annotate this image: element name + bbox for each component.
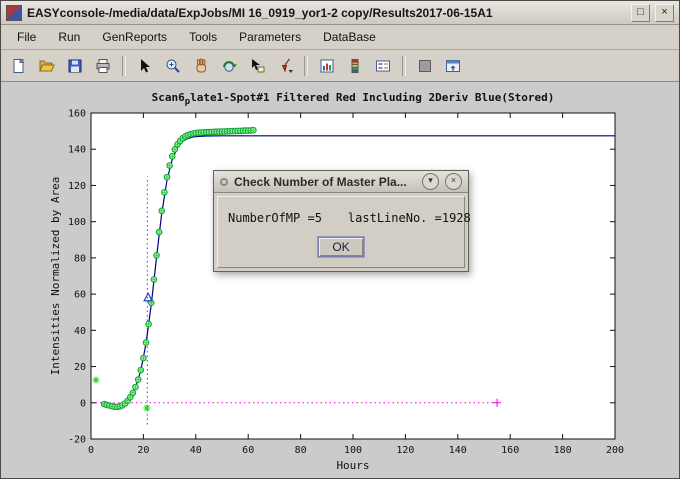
svg-text:100: 100: [68, 217, 86, 228]
save-figure-button[interactable]: [62, 53, 88, 79]
menu-bar: FileRunGenReportsToolsParametersDataBase: [1, 25, 679, 50]
plot-browser-button[interactable]: [314, 53, 340, 79]
svg-text:180: 180: [554, 445, 572, 456]
dialog-titlebar[interactable]: Check Number of Master Pla... ▾ ×: [214, 171, 468, 193]
check-master-plates-dialog: Check Number of Master Pla... ▾ × Number…: [213, 170, 469, 272]
menu-database[interactable]: DataBase: [313, 27, 386, 47]
dialog-numberofmp-value: NumberOfMP =5: [228, 211, 322, 225]
svg-text:140: 140: [449, 445, 467, 456]
dialog-message: NumberOfMP =5 lastLineNo. =1928: [228, 211, 454, 225]
dock-figure-button[interactable]: [440, 53, 466, 79]
edit-plot-icon: [136, 57, 154, 75]
svg-text:40: 40: [190, 445, 202, 456]
new-figure-icon: [10, 57, 28, 75]
window-shade-button[interactable]: □: [631, 4, 650, 22]
dialog-close-button[interactable]: ×: [445, 173, 462, 190]
plot-tools-icon: [416, 57, 434, 75]
svg-text:200: 200: [606, 445, 624, 456]
pan-icon: [192, 57, 210, 75]
plot-browser-icon: [318, 57, 336, 75]
new-figure-button[interactable]: [6, 53, 32, 79]
insert-colorbar-icon: [346, 57, 364, 75]
edit-plot-button[interactable]: [132, 53, 158, 79]
svg-text:Hours: Hours: [336, 459, 369, 472]
brush-button[interactable]: [272, 53, 298, 79]
dialog-body: NumberOfMP =5 lastLineNo. =1928 OK: [217, 196, 465, 268]
plot-tools-button[interactable]: [412, 53, 438, 79]
rotate-3d-icon: [220, 57, 238, 75]
print-figure-button[interactable]: [90, 53, 116, 79]
brush-icon: [276, 57, 294, 75]
insert-legend-icon: [374, 57, 392, 75]
app-icon: [6, 5, 22, 21]
toolbar: [1, 50, 679, 82]
data-cursor-icon: [248, 57, 266, 75]
svg-text:0: 0: [88, 445, 94, 456]
menu-tools[interactable]: Tools: [179, 27, 227, 47]
data-cursor-button[interactable]: [244, 53, 270, 79]
svg-text:Intensities Normalized by Area: Intensities Normalized by Area: [49, 177, 62, 376]
window-close-button[interactable]: ×: [655, 4, 674, 22]
ok-button[interactable]: OK: [318, 237, 364, 257]
svg-text:20: 20: [74, 362, 86, 373]
svg-text:40: 40: [74, 326, 86, 337]
svg-text:160: 160: [501, 445, 519, 456]
rotate-3d-button[interactable]: [216, 53, 242, 79]
menu-parameters[interactable]: Parameters: [229, 27, 311, 47]
toolbar-separator: [304, 56, 308, 76]
menu-run[interactable]: Run: [48, 27, 90, 47]
insert-legend-button[interactable]: [370, 53, 396, 79]
dialog-lastlineno-value: lastLineNo. =1928: [348, 211, 471, 225]
dock-figure-icon: [444, 57, 462, 75]
dialog-palette-icon: [220, 178, 228, 186]
plot-canvas[interactable]: 020406080100120140160180200-200204060801…: [1, 82, 679, 478]
window-titlebar[interactable]: EASYconsole-/media/data/ExpJobs/MI 16_09…: [1, 1, 679, 25]
open-file-icon: [38, 57, 56, 75]
zoom-in-icon: [164, 57, 182, 75]
dialog-title: Check Number of Master Pla...: [234, 175, 416, 189]
menu-genreports[interactable]: GenReports: [92, 27, 177, 47]
save-figure-icon: [66, 57, 84, 75]
svg-text:80: 80: [295, 445, 307, 456]
svg-text:160: 160: [68, 109, 86, 120]
svg-text:140: 140: [68, 145, 86, 156]
figure-area: 020406080100120140160180200-200204060801…: [1, 82, 679, 478]
svg-text:0: 0: [80, 398, 86, 409]
window-title: EASYconsole-/media/data/ExpJobs/MI 16_09…: [27, 6, 626, 20]
svg-text:60: 60: [74, 290, 86, 301]
app-window: EASYconsole-/media/data/ExpJobs/MI 16_09…: [0, 0, 680, 479]
zoom-in-button[interactable]: [160, 53, 186, 79]
svg-text:60: 60: [242, 445, 254, 456]
svg-text:-20: -20: [68, 435, 86, 446]
svg-text:100: 100: [344, 445, 362, 456]
svg-text:80: 80: [74, 253, 86, 264]
svg-text:120: 120: [396, 445, 414, 456]
print-figure-icon: [94, 57, 112, 75]
open-file-button[interactable]: [34, 53, 60, 79]
svg-text:Scan6plate1-Spot#1 Filtered Re: Scan6plate1-Spot#1 Filtered Red Includin…: [152, 91, 555, 107]
svg-text:20: 20: [137, 445, 149, 456]
svg-text:120: 120: [68, 181, 86, 192]
toolbar-separator: [402, 56, 406, 76]
pan-button[interactable]: [188, 53, 214, 79]
dialog-collapse-button[interactable]: ▾: [422, 173, 439, 190]
toolbar-separator: [122, 56, 126, 76]
menu-file[interactable]: File: [7, 27, 46, 47]
insert-colorbar-button[interactable]: [342, 53, 368, 79]
